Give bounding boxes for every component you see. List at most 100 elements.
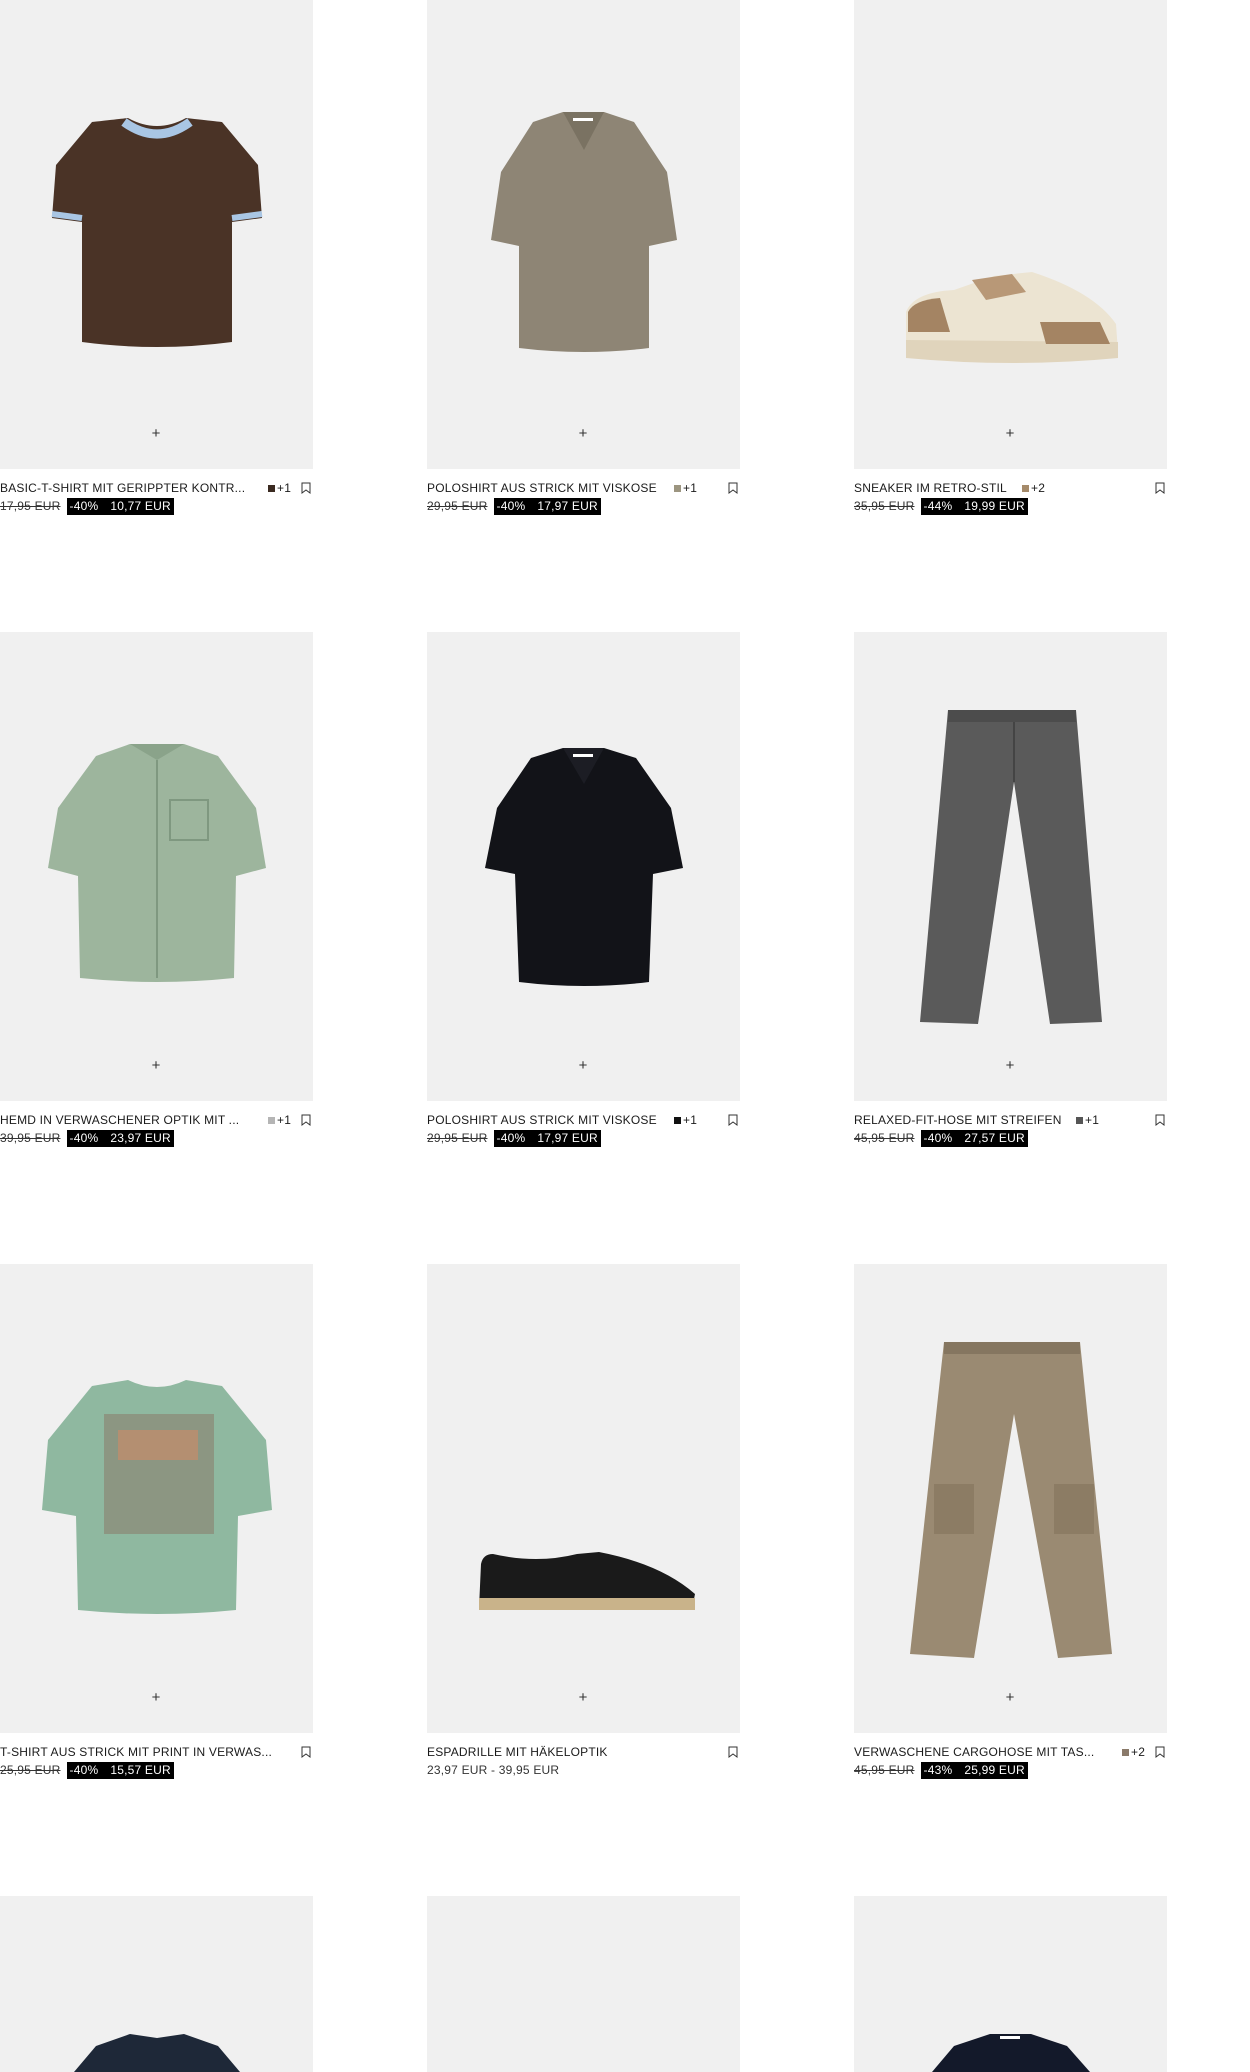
old-price: 45,95 EUR: [854, 1131, 915, 1145]
color-swatches[interactable]: +1: [268, 1112, 291, 1128]
discount: -40%: [69, 1131, 99, 1145]
product-grid: + BASIC-T-SHIRT MIT GERIPPTER KONTR... +…: [0, 0, 1250, 2072]
color-swatches[interactable]: +1: [674, 480, 697, 496]
product-name[interactable]: HEMD IN VERWASCHENER OPTIK MIT ...: [0, 1112, 256, 1128]
color-swatches[interactable]: +2: [1122, 1744, 1145, 1760]
product-image[interactable]: [427, 1896, 740, 2072]
product-image[interactable]: +: [854, 0, 1167, 469]
sale-price: 17,97 EUR: [537, 1131, 598, 1145]
product-image[interactable]: +: [0, 0, 313, 469]
product-name[interactable]: VERWASCHENE CARGOHOSE MIT TAS...: [854, 1744, 1104, 1760]
shirt-image: [74, 2034, 240, 2072]
discount: -40%: [496, 1131, 526, 1145]
product-image[interactable]: +: [0, 632, 313, 1101]
old-price: 35,95 EUR: [854, 499, 915, 513]
old-price: 25,95 EUR: [0, 1763, 61, 1777]
product-image[interactable]: [854, 1896, 1167, 2072]
color-swatches[interactable]: +1: [1076, 1112, 1099, 1128]
promo-badge: -44% 19,99 EUR: [920, 498, 1028, 515]
sale-price: 25,99 EUR: [964, 1763, 1025, 1777]
add-to-cart-button[interactable]: +: [146, 1688, 166, 1708]
price-row: 25,95 EUR -40% 15,57 EUR: [0, 1762, 174, 1779]
promo-badge: -40% 15,57 EUR: [66, 1762, 174, 1779]
product-image[interactable]: +: [854, 632, 1167, 1101]
price-row: 17,95 EUR -40% 10,77 EUR: [0, 498, 174, 515]
tshirt-image: [51, 118, 263, 347]
color-swatches[interactable]: +1: [674, 1112, 697, 1128]
bookmark-icon[interactable]: [728, 1114, 738, 1126]
discount: -40%: [69, 1763, 99, 1777]
price-row: 45,95 EUR -40% 27,57 EUR: [854, 1130, 1028, 1147]
polo-image: [932, 2034, 1090, 2072]
sale-price: 27,57 EUR: [964, 1131, 1025, 1145]
product-name[interactable]: ESPADRILLE MIT HÄKELOPTIK: [427, 1744, 717, 1760]
product-image[interactable]: [0, 1896, 313, 2072]
promo-badge: -40% 23,97 EUR: [66, 1130, 174, 1147]
add-to-cart-button[interactable]: +: [1000, 1056, 1020, 1076]
cargo-pants-image: [910, 1342, 1112, 1658]
price-row: 39,95 EUR -40% 23,97 EUR: [0, 1130, 174, 1147]
add-to-cart-button[interactable]: +: [573, 1056, 593, 1076]
color-swatch[interactable]: [268, 485, 275, 492]
bookmark-icon[interactable]: [1155, 482, 1165, 494]
discount: -40%: [923, 1131, 953, 1145]
price-row: 29,95 EUR -40% 17,97 EUR: [427, 1130, 601, 1147]
old-price: 17,95 EUR: [0, 499, 61, 513]
product-image[interactable]: +: [427, 1264, 740, 1733]
product-name[interactable]: SNEAKER IM RETRO-STIL: [854, 480, 1024, 496]
product-name[interactable]: T-SHIRT AUS STRICK MIT PRINT IN VERWAS..…: [0, 1744, 290, 1760]
color-swatch[interactable]: [268, 1117, 275, 1124]
price-row: 29,95 EUR -40% 17,97 EUR: [427, 498, 601, 515]
sale-price: 10,77 EUR: [110, 499, 171, 513]
bookmark-icon[interactable]: [1155, 1114, 1165, 1126]
product-image[interactable]: +: [0, 1264, 313, 1733]
shirt-image: [48, 744, 266, 982]
product-image[interactable]: +: [427, 0, 740, 469]
color-swatch[interactable]: [674, 485, 681, 492]
promo-badge: -43% 25,99 EUR: [920, 1762, 1028, 1779]
price-row: 35,95 EUR -44% 19,99 EUR: [854, 498, 1028, 515]
sale-price: 15,57 EUR: [110, 1763, 171, 1777]
color-swatch[interactable]: [1122, 1749, 1129, 1756]
product-name[interactable]: POLOSHIRT AUS STRICK MIT VISKOSE: [427, 1112, 677, 1128]
add-to-cart-button[interactable]: +: [146, 1056, 166, 1076]
add-to-cart-button[interactable]: +: [146, 424, 166, 444]
add-to-cart-button[interactable]: +: [573, 1688, 593, 1708]
color-swatch[interactable]: [1076, 1117, 1083, 1124]
discount: -40%: [69, 499, 99, 513]
bookmark-icon[interactable]: [301, 1746, 311, 1758]
price-range: 23,97 EUR - 39,95 EUR: [427, 1763, 560, 1777]
old-price: 29,95 EUR: [427, 1131, 488, 1145]
promo-badge: -40% 27,57 EUR: [920, 1130, 1028, 1147]
sneaker-image: [906, 272, 1118, 363]
promo-badge: -40% 17,97 EUR: [493, 498, 601, 515]
add-to-cart-button[interactable]: +: [1000, 424, 1020, 444]
tshirt-image: [42, 1380, 272, 1614]
add-to-cart-button[interactable]: +: [573, 424, 593, 444]
discount: -40%: [496, 499, 526, 513]
color-swatch[interactable]: [674, 1117, 681, 1124]
bookmark-icon[interactable]: [728, 482, 738, 494]
promo-badge: -40% 10,77 EUR: [66, 498, 174, 515]
product-name[interactable]: POLOSHIRT AUS STRICK MIT VISKOSE: [427, 480, 677, 496]
color-swatches[interactable]: +1: [268, 480, 291, 496]
product-name[interactable]: BASIC-T-SHIRT MIT GERIPPTER KONTR...: [0, 480, 256, 496]
price-row: 23,97 EUR - 39,95 EUR: [427, 1762, 559, 1779]
old-price: 45,95 EUR: [854, 1763, 915, 1777]
product-name[interactable]: RELAXED-FIT-HOSE MIT STREIFEN: [854, 1112, 1074, 1128]
espadrille-image: [479, 1552, 695, 1610]
add-to-cart-button[interactable]: +: [1000, 1688, 1020, 1708]
polo-image: [485, 748, 683, 986]
color-swatches[interactable]: +2: [1022, 480, 1045, 496]
sale-price: 19,99 EUR: [964, 499, 1025, 513]
bookmark-icon[interactable]: [301, 482, 311, 494]
color-swatch[interactable]: [1022, 485, 1029, 492]
sale-price: 23,97 EUR: [110, 1131, 171, 1145]
product-image[interactable]: +: [854, 1264, 1167, 1733]
bookmark-icon[interactable]: [1155, 1746, 1165, 1758]
bookmark-icon[interactable]: [728, 1746, 738, 1758]
price-row: 45,95 EUR -43% 25,99 EUR: [854, 1762, 1028, 1779]
bookmark-icon[interactable]: [301, 1114, 311, 1126]
product-image[interactable]: +: [427, 632, 740, 1101]
old-price: 39,95 EUR: [0, 1131, 61, 1145]
